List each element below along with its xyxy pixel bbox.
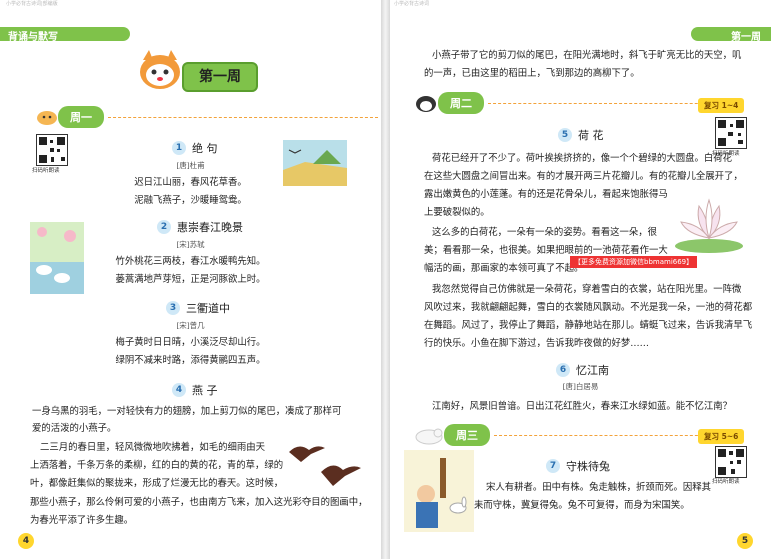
essay-title-text: 守株待兔 — [566, 460, 610, 473]
essay-7-line-2: 耒而守株，冀复得兔。兔不可复得，而身为宋国笑。 — [474, 500, 690, 511]
poem-6-author: [唐]白居易 — [562, 382, 599, 391]
week-banner: 第一周 — [182, 62, 258, 92]
week2-label-row: 周二 — [414, 92, 728, 114]
qr-code[interactable] — [715, 117, 747, 149]
dashed-divider — [488, 102, 728, 104]
week2-label: 周二 — [438, 92, 484, 114]
poem-2-line-2: 蒌蒿满地芦芽短，正是河豚欲上时。 — [115, 274, 266, 285]
qr-code[interactable] — [715, 446, 747, 478]
right-page: 小学必背古诗词 第一周 小燕子带了它的剪刀似的尾巴，在阳光满地时，斜飞于旷亮无比… — [390, 0, 771, 559]
book-gutter — [381, 0, 390, 559]
essay-4-line-5: 叶，都像赶集似的聚拢来，形成了烂漫无比的春天。这时候， — [30, 478, 284, 489]
farmer-rabbit-illustration — [404, 450, 474, 532]
essay-5-line-3: 露出嫩黄色的小莲蓬。有的还是花骨朵儿，看起来饱胀得马 — [424, 189, 668, 200]
poem-1-line-2: 泥融飞燕子，沙暖睡鸳鸯。 — [134, 195, 247, 206]
poem-3-title: 3 三衢道中 — [166, 300, 230, 316]
poem-title-text: 忆江南 — [576, 364, 609, 377]
poem-6-title: 6 忆江南 — [556, 362, 609, 378]
week3-label: 周三 — [444, 424, 490, 446]
qr-caption: 扫码听朗读 — [712, 479, 740, 485]
essay-number: 5 — [558, 128, 572, 142]
essay-5-line-10: 在舞蹈。风过了，我停止了舞蹈，静静地站在那儿。蜻蜓飞过来，告诉我清早飞 — [424, 320, 753, 331]
essay-number: 7 — [546, 459, 560, 473]
essay-5-line-11: 行的快乐。小鱼在脚下游过，告诉我昨夜做的好梦…… — [424, 338, 650, 349]
poem-title-text: 绝 句 — [192, 142, 218, 155]
poem-6-line-1: 江南好，风景旧曾谙。日出江花红胜火，春来江水绿如蓝。能不忆江南？ — [432, 401, 733, 412]
week-label: 周一 — [58, 106, 104, 128]
week-banner-text: 第一周 — [199, 69, 241, 85]
poem-1-title: 1 绝 句 — [172, 140, 218, 156]
essay-4-title: 4 燕 子 — [172, 382, 218, 398]
essay-5-line-4: 上要破裂似的。 — [424, 207, 490, 218]
page-number-right: 5 — [737, 533, 753, 549]
week3-review-badge: 复习 5~6 — [698, 429, 745, 444]
left-page: 小学必背古诗词|部编版 背诵与默写 第一周 周一 扫码听朗读 1绝 句 [唐]杜… — [0, 0, 381, 559]
top-strip-left: 小学必背古诗词|部编版 — [6, 1, 58, 7]
top-strip-right: 小学必背古诗词 — [394, 1, 430, 7]
week-label-row: 周一 — [36, 106, 378, 128]
hamster-icon — [37, 111, 57, 125]
poem-3-line-1: 梅子黄时日日晴，小溪泛尽却山行。 — [115, 337, 266, 348]
qr-pattern-icon — [718, 449, 744, 475]
essay-5-line-8: 我忽然觉得自己仿佛就是一朵荷花，穿着雪白的衣裳，站在阳光里。一阵微 — [432, 284, 742, 295]
poem-3-line-2: 绿阴不减来时路，添得黄鹂四五声。 — [115, 355, 266, 366]
essay-5-line-5: 这么多的白荷花，一朵有一朵的姿势。看看这一朵，很 — [432, 227, 658, 238]
essay-title-text: 燕 子 — [192, 384, 218, 397]
week3-label-row: 周三 — [414, 424, 728, 446]
poem-number: 1 — [172, 141, 186, 155]
essay-4-line-1: 一身乌黑的羽毛，一对轻快有力的翅膀，加上剪刀似的尾巴，凑成了那样可 — [32, 406, 342, 417]
essay-5-title: 5 荷 花 — [558, 127, 604, 143]
poem-number: 6 — [556, 363, 570, 377]
essay-5-line-9: 风吹过来，我就翩翩起舞，雪白的衣裳随风飘动。不光是我一朵，一池的荷花都 — [424, 302, 753, 313]
intro-line-2: 的一声，已由这里的稻田上，飞到那边的高柳下了。 — [424, 68, 640, 79]
poem-2-line-1: 竹外桃花三两枝，春江水暖鸭先知。 — [115, 256, 266, 267]
essay-7-title: 7 守株待兔 — [546, 458, 610, 474]
intro-line-1: 小燕子带了它的剪刀似的尾巴，在阳光满地时，斜飞于旷亮无比的天空，叽 — [432, 50, 742, 61]
essay-4-line-4: 上洒落着，千条万条的柔柳，红的白的黄的花，青的草，绿的 — [30, 460, 284, 471]
lotus-illustration — [675, 198, 743, 253]
dashed-divider — [494, 434, 728, 436]
poem-3-author: [宋]曾几 — [176, 321, 205, 330]
essay-5-line-2: 在这些大圆盘之间冒出来。有的才展开两三片花瓣儿。有的花瓣儿全展开了， — [424, 171, 743, 182]
essay-4-line-2: 爱的活泼的小燕子。 — [32, 423, 117, 434]
poem-1-author: [唐]杜甫 — [176, 161, 205, 170]
essay-7-line-1: 宋人有耕者。田中有株。兔走触株，折颈而死。因释其 — [486, 482, 712, 493]
week2-review-badge: 复习 1~4 — [698, 98, 745, 113]
poem-title-text: 三衢道中 — [186, 302, 230, 315]
header-title-left: 背诵与默写 — [8, 32, 58, 43]
essay-4-line-3: 二三月的春日里，轻风微微地吹拂着，如毛的细雨由天 — [40, 442, 266, 453]
watermark-stamp: 【更多免费资源加微信bbmami669】 — [570, 256, 698, 268]
cat-mascot-icon — [140, 50, 180, 89]
dashed-divider — [108, 116, 378, 118]
swallows-illustration — [289, 446, 361, 486]
essay-5-line-7: 幅活的画，那画家的本领可真了不起。 — [424, 263, 584, 274]
essay-4-line-6: 那些小燕子，那么伶俐可爱的小燕子，也由南方飞来，加入这光彩夺目的图画中， — [30, 497, 368, 508]
essay-5-line-1: 荷花已经开了不少了。荷叶挨挨挤挤的，像一个个碧绿的大圆盘。白荷花 — [432, 153, 733, 164]
poem-1-line-1: 迟日江山丽，春风花草香。 — [134, 177, 247, 188]
poem-title-text: 惠崇春江晚景 — [177, 221, 243, 234]
poem-2-title: 2 惠崇春江晚景 — [157, 219, 243, 235]
essay-4-line-7: 为春光平添了许多生趣。 — [30, 515, 134, 526]
qr-pattern-icon — [718, 120, 744, 146]
sheep-mascot-icon — [415, 428, 443, 445]
essay-number: 4 — [172, 383, 186, 397]
essay-title-text: 荷 花 — [578, 129, 604, 142]
page-number-left: 4 — [18, 533, 34, 549]
poem-2-author: [宋]苏轼 — [176, 240, 205, 249]
dog-mascot-icon — [416, 96, 436, 112]
poem-number: 2 — [157, 220, 171, 234]
poem-number: 3 — [166, 301, 180, 315]
header-title-right: 第一周 — [731, 32, 761, 43]
